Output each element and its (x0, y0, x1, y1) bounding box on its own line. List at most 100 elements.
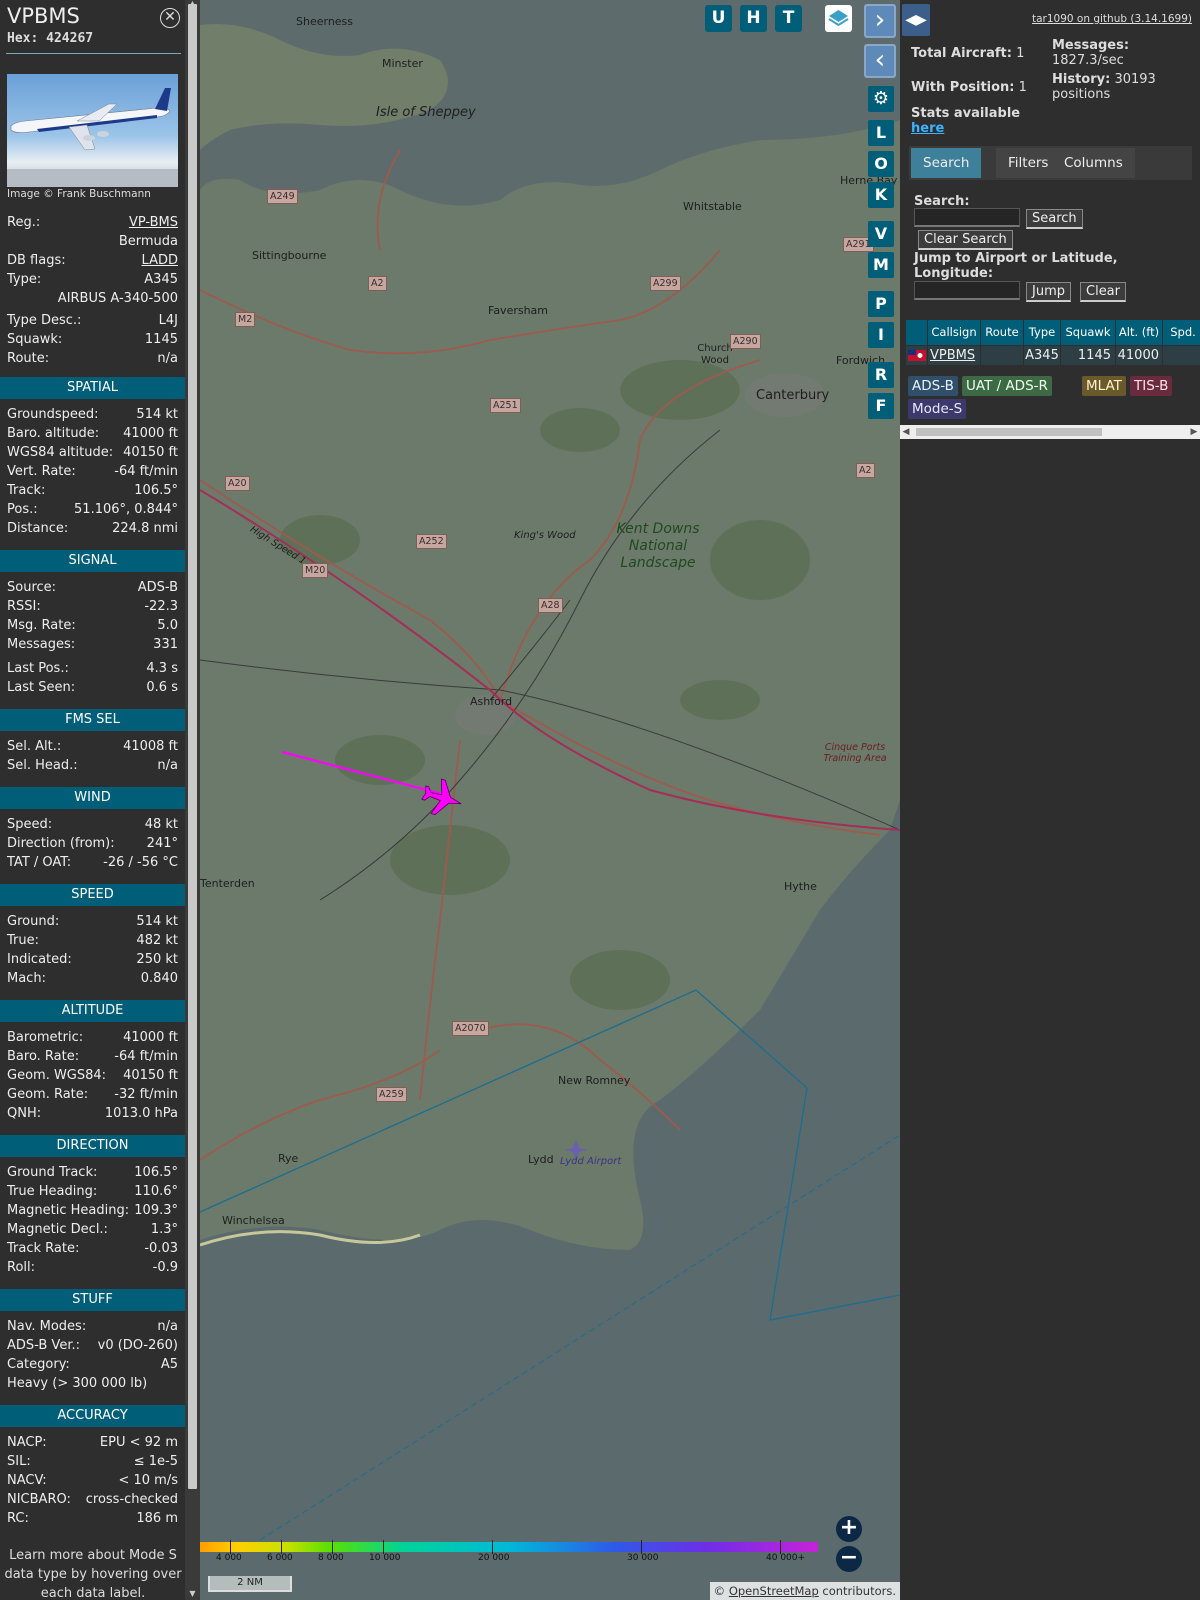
column-header-route[interactable]: Route (981, 320, 1023, 345)
clear-search-button[interactable]: Clear Search (918, 230, 1013, 250)
zoom-in-button[interactable]: + (836, 1516, 862, 1542)
aircraft-info-panel[interactable]: VPBMS Hex: 424267 ✕ Image © Frank Buschm… (0, 0, 185, 1600)
aircraft-list-panel[interactable]: ◀▶ tar1090 on github (3.14.1699) Total A… (900, 0, 1200, 1600)
layers-icon[interactable] (825, 5, 852, 32)
info-row-value: v0 (DO-260) (97, 1338, 178, 1353)
messages-stat: Messages: 1827.3/sec (1052, 38, 1130, 68)
search-button[interactable]: Search (1026, 209, 1083, 229)
chevron-left-icon[interactable]: ‹ (864, 44, 896, 78)
source-badge[interactable]: Mode-S (908, 399, 967, 419)
info-row: NACP: EPU < 92 m (7, 1433, 178, 1452)
info-row-label: True: (7, 933, 39, 948)
side-button-k[interactable]: K (868, 182, 894, 208)
column-header-type[interactable]: Type (1024, 320, 1060, 345)
info-row-value: -64 ft/min (114, 464, 178, 479)
github-link[interactable]: tar1090 on github (3.14.1699) (1032, 13, 1192, 25)
toggle-button-t[interactable]: T (775, 5, 802, 32)
map-label: Sittingbourne (252, 249, 327, 262)
info-row-value[interactable]: VP-BMS (129, 213, 178, 232)
clear-button[interactable]: Clear (1080, 282, 1126, 302)
side-button-m[interactable]: M (868, 252, 894, 278)
column-header-squawk[interactable]: Squawk (1061, 320, 1115, 345)
chevron-right-icon[interactable]: › (864, 4, 896, 38)
info-row-label: Nav. Modes: (7, 1319, 87, 1334)
tab-columns[interactable]: Columns (1052, 148, 1135, 178)
info-row-label: DB flags: (7, 253, 66, 268)
side-button-l[interactable]: L (868, 120, 894, 146)
info-row-label: Baro. altitude: (7, 426, 100, 441)
gear-icon[interactable]: ⚙ (868, 86, 894, 112)
tab-search[interactable]: Search (911, 148, 982, 178)
info-row-value: 4.3 s (146, 661, 178, 676)
side-button-v[interactable]: V (868, 221, 894, 247)
table-horizontal-scrollbar[interactable]: ◀ ▶ (900, 425, 1200, 439)
row-altitude: 41000 (1116, 346, 1162, 365)
scrollbar-thumb[interactable] (188, 4, 197, 1489)
info-row-label: Track Rate: (7, 1241, 80, 1256)
info-row-value: 1013.0 hPa (104, 1106, 178, 1121)
side-button-o[interactable]: O (868, 151, 894, 177)
info-panel-scrollbar[interactable]: ▲ ▼ (185, 0, 200, 1600)
info-row-label: Reg.: (7, 215, 41, 230)
section-header: ALTITUDE (0, 1000, 185, 1022)
map-view[interactable]: Sheerness Minster Isle of Sheppey Whitst… (200, 0, 900, 1600)
info-row-label: Squawk: (7, 332, 63, 347)
info-row: Category: A5 (7, 1355, 178, 1374)
aircraft-table: Callsign Route Type Squawk Alt. (ft) Spd… (906, 320, 1200, 365)
map-label: Lydd (528, 1153, 554, 1166)
row-route (981, 346, 1023, 365)
info-row-label: Geom. WGS84: (7, 1068, 107, 1083)
side-button-i[interactable]: I (868, 322, 894, 348)
row-squawk: 1145 (1061, 346, 1115, 365)
info-row: Mach: 0.840 (7, 969, 178, 988)
scroll-down-icon[interactable]: ▼ (188, 1590, 197, 1598)
source-badge[interactable]: TIS-B (1130, 376, 1173, 396)
expand-collapse-icon[interactable]: ◀▶ (902, 4, 930, 36)
toggle-button-u[interactable]: U (705, 5, 732, 32)
column-header-callsign[interactable]: Callsign (928, 320, 980, 345)
info-row: Last Seen: 0.6 s (7, 678, 178, 697)
jump-input[interactable] (914, 281, 1020, 300)
info-row-value[interactable]: LADD (142, 251, 178, 270)
info-row-value: 106.5° (134, 1165, 178, 1180)
tab-filters[interactable]: Filters (996, 148, 1061, 178)
column-header-altitude[interactable]: Alt. (ft) (1116, 320, 1162, 345)
column-header-speed[interactable]: Spd. (1163, 320, 1200, 345)
scroll-right-icon[interactable]: ▶ (1188, 425, 1200, 439)
close-icon[interactable]: ✕ (160, 8, 180, 28)
info-row: RC: 186 m (7, 1509, 178, 1528)
info-row-label: Last Pos.: (7, 661, 69, 676)
column-header-flag[interactable] (906, 320, 927, 345)
source-badge[interactable]: ADS-B (908, 376, 958, 396)
horizontal-scrollbar-thumb[interactable] (916, 428, 1102, 436)
source-badge[interactable]: UAT / ADS-R (962, 376, 1052, 396)
source-badge[interactable]: MLAT (1082, 376, 1126, 396)
info-row-label: Msg. Rate: (7, 618, 76, 633)
scroll-left-icon[interactable]: ◀ (900, 425, 912, 439)
info-row-value: -26 / -56 °C (103, 855, 178, 870)
legend-tick-label: 20 000 (478, 1553, 510, 1563)
aircraft-photo[interactable] (7, 74, 178, 187)
info-row-value: -32 ft/min (114, 1087, 178, 1102)
side-button-f[interactable]: F (868, 393, 894, 419)
jump-button[interactable]: Jump (1026, 282, 1071, 302)
info-row-label: Heavy (> 300 000 lb) (7, 1376, 148, 1391)
side-button-r[interactable]: R (868, 362, 894, 388)
row-callsign[interactable]: VPBMS (928, 346, 980, 365)
info-row-label: Magnetic Heading: (7, 1203, 130, 1218)
side-button-p[interactable]: P (868, 291, 894, 317)
info-row-value: < 10 m/s (118, 1473, 178, 1488)
legend-tick (492, 1540, 493, 1554)
legend-tick (780, 1540, 781, 1554)
road-label: A28 (538, 598, 563, 613)
search-input[interactable] (914, 208, 1020, 227)
zoom-out-button[interactable]: − (836, 1546, 862, 1572)
osm-link[interactable]: OpenStreetMap (729, 1584, 819, 1598)
stats-label: Stats available (911, 106, 1021, 121)
toggle-button-h[interactable]: H (740, 5, 767, 32)
info-row: Bermuda (7, 232, 178, 251)
stats-link[interactable]: here (911, 121, 944, 136)
info-row-value: n/a (157, 351, 178, 366)
history-stat: History: 30193 positions (1052, 72, 1156, 102)
info-row-value: -64 ft/min (114, 1049, 178, 1064)
